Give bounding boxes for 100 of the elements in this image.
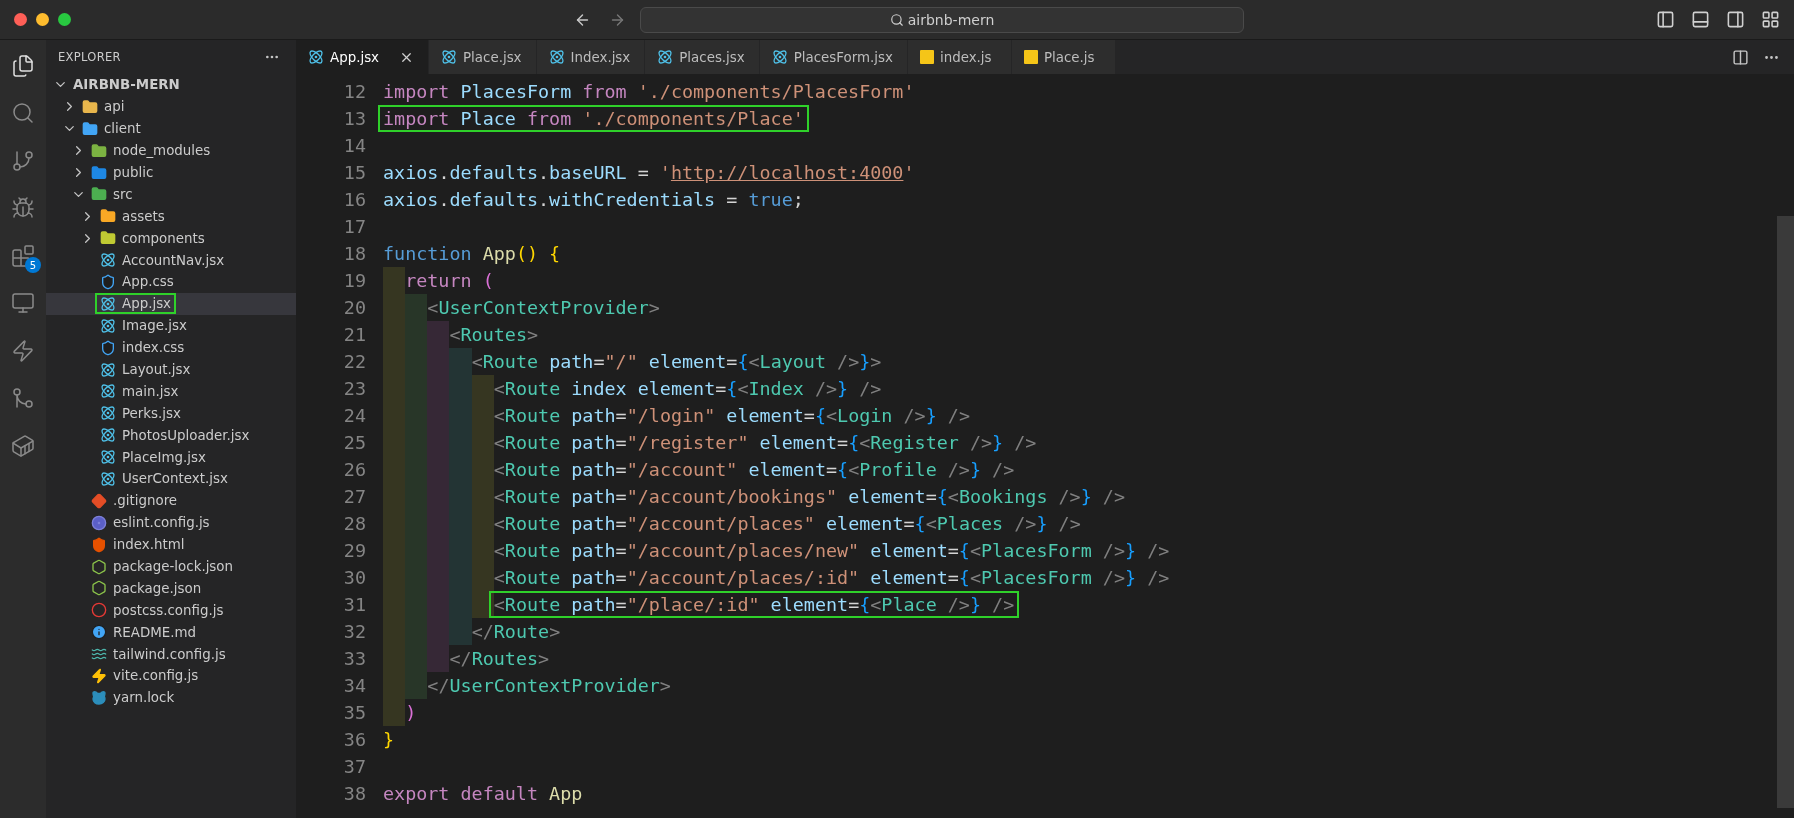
atom-icon bbox=[308, 49, 324, 65]
files-icon[interactable] bbox=[11, 53, 35, 78]
tree-row[interactable]: App.css bbox=[46, 271, 296, 293]
tree-row[interactable]: api bbox=[46, 95, 296, 118]
line-number: 36 bbox=[342, 729, 366, 750]
file-item[interactable]: README.md bbox=[86, 621, 202, 643]
maximize-button[interactable] bbox=[58, 13, 71, 26]
file-item[interactable]: index.html bbox=[86, 534, 190, 556]
file-item[interactable]: Perks.jsx bbox=[95, 402, 186, 424]
tree-row[interactable]: src bbox=[46, 183, 296, 206]
code-line: </UserContextProvider> bbox=[426, 674, 672, 698]
code-line: function App() { bbox=[382, 242, 562, 266]
file-item[interactable]: package.json bbox=[86, 577, 207, 599]
tree-row[interactable]: package-lock.json bbox=[46, 555, 296, 578]
split-editor-icon[interactable] bbox=[1732, 48, 1749, 66]
line-number: 24 bbox=[342, 405, 366, 426]
merge-icon[interactable] bbox=[11, 386, 35, 411]
file-item[interactable]: .gitignore bbox=[86, 490, 183, 512]
container-icon[interactable] bbox=[11, 433, 35, 458]
file-item[interactable]: vite.config.js bbox=[86, 665, 204, 687]
tree-row[interactable]: UserContext.jsx bbox=[46, 468, 296, 490]
panel-bottom-icon[interactable] bbox=[1691, 10, 1710, 29]
search-icon[interactable] bbox=[11, 101, 35, 126]
file-item[interactable]: App.css bbox=[95, 271, 179, 293]
tree-row[interactable]: tailwind.config.js bbox=[46, 643, 296, 666]
editor-tab[interactable]: App.jsx bbox=[296, 40, 430, 74]
tree-row[interactable]: components bbox=[46, 227, 296, 250]
lightning-icon[interactable] bbox=[11, 338, 35, 363]
tree-row[interactable]: index.html bbox=[46, 533, 296, 556]
folder-item[interactable]: AIRBNB-MERN bbox=[68, 74, 185, 96]
monitor-icon[interactable] bbox=[11, 291, 35, 316]
line-number: 33 bbox=[342, 648, 366, 669]
diamond-icon bbox=[91, 492, 107, 509]
tree-row[interactable]: PlaceImg.jsx bbox=[46, 446, 296, 469]
tree-row[interactable]: Layout.jsx bbox=[46, 358, 296, 381]
folder-item[interactable]: assets bbox=[95, 205, 170, 227]
file-item[interactable]: App.jsx bbox=[95, 293, 177, 315]
sidebar-title: EXPLORER bbox=[58, 50, 121, 64]
branch-icon[interactable] bbox=[11, 148, 35, 173]
editor-tab[interactable]: Place.js bbox=[1011, 40, 1116, 74]
file-item[interactable]: UserContext.jsx bbox=[95, 468, 233, 490]
folder-item[interactable]: client bbox=[77, 118, 146, 140]
atom-icon bbox=[548, 49, 565, 65]
file-item[interactable]: Image.jsx bbox=[95, 315, 192, 337]
tree-row[interactable]: App.jsx bbox=[46, 292, 296, 315]
tree-row[interactable]: node_modules bbox=[46, 139, 296, 162]
editor-tab[interactable]: index.js bbox=[907, 40, 1012, 74]
tree-row[interactable]: assets bbox=[46, 205, 296, 228]
indent-guide bbox=[427, 321, 450, 348]
tree-row[interactable]: eslint.config.js bbox=[46, 511, 296, 534]
tree-row[interactable]: AIRBNB-MERN bbox=[46, 74, 296, 96]
layout-icon[interactable] bbox=[1761, 10, 1780, 29]
editor-tab[interactable]: Places.jsx bbox=[645, 40, 760, 74]
tree-row[interactable]: main.jsx bbox=[46, 380, 296, 403]
folder-item[interactable]: public bbox=[86, 162, 159, 183]
file-item[interactable]: tailwind.config.js bbox=[86, 643, 231, 665]
tree-row[interactable]: AccountNav.jsx bbox=[46, 249, 296, 271]
atom-icon bbox=[441, 49, 458, 65]
code-line: export default App bbox=[382, 782, 584, 806]
file-item[interactable]: eslint.config.js bbox=[86, 512, 215, 534]
editor-tab[interactable]: PlacesForm.jsx bbox=[759, 40, 908, 74]
file-item[interactable]: Layout.jsx bbox=[95, 359, 196, 380]
folder-item[interactable]: node_modules bbox=[86, 140, 216, 162]
file-item[interactable]: package-lock.json bbox=[86, 556, 239, 578]
code-line: } bbox=[382, 728, 396, 752]
folder-item[interactable]: api bbox=[77, 96, 130, 118]
panel-right-icon[interactable] bbox=[1726, 10, 1745, 29]
editor-tab[interactable]: Index.jsx bbox=[536, 40, 646, 74]
blocks-icon[interactable] bbox=[11, 243, 35, 268]
tree-row[interactable]: vite.config.js bbox=[46, 665, 296, 687]
editor-tab[interactable]: Place.jsx bbox=[429, 40, 537, 74]
tree-row[interactable]: public bbox=[46, 161, 296, 184]
tree-row[interactable]: Perks.jsx bbox=[46, 402, 296, 425]
file-item[interactable]: main.jsx bbox=[95, 380, 184, 402]
file-item[interactable]: postcss.config.js bbox=[86, 599, 229, 621]
file-item[interactable]: PlaceImg.jsx bbox=[95, 446, 211, 468]
tree-row[interactable]: README.md bbox=[46, 621, 296, 644]
tree-row[interactable]: yarn.lock bbox=[46, 686, 296, 709]
file-item[interactable]: AccountNav.jsx bbox=[95, 249, 230, 271]
bug-icon[interactable] bbox=[11, 196, 35, 221]
tree-row[interactable]: postcss.config.js bbox=[46, 599, 296, 622]
file-item[interactable]: index.css bbox=[95, 337, 190, 359]
lightning-icon bbox=[91, 668, 107, 684]
close-button[interactable] bbox=[14, 13, 27, 26]
tree-row[interactable]: PhotosUploader.jsx bbox=[46, 424, 296, 447]
folder-item[interactable]: components bbox=[95, 227, 210, 249]
tree-row[interactable]: index.css bbox=[46, 336, 296, 359]
indent-guide bbox=[449, 348, 472, 375]
panel-left-icon[interactable] bbox=[1656, 10, 1675, 29]
minimize-button[interactable] bbox=[36, 13, 49, 26]
line-number: 23 bbox=[342, 378, 366, 399]
file-item[interactable]: yarn.lock bbox=[86, 687, 180, 709]
tree-row[interactable]: client bbox=[46, 117, 296, 140]
file-item[interactable]: PhotosUploader.jsx bbox=[95, 424, 255, 446]
folder-item[interactable]: src bbox=[86, 183, 138, 205]
scrollbar-thumb[interactable] bbox=[1777, 216, 1794, 808]
tree-row[interactable]: package.json bbox=[46, 577, 296, 600]
search-field[interactable]: airbnb-mern bbox=[640, 6, 1244, 33]
tree-row[interactable]: Image.jsx bbox=[46, 314, 296, 337]
tree-row[interactable]: .gitignore bbox=[46, 489, 296, 512]
